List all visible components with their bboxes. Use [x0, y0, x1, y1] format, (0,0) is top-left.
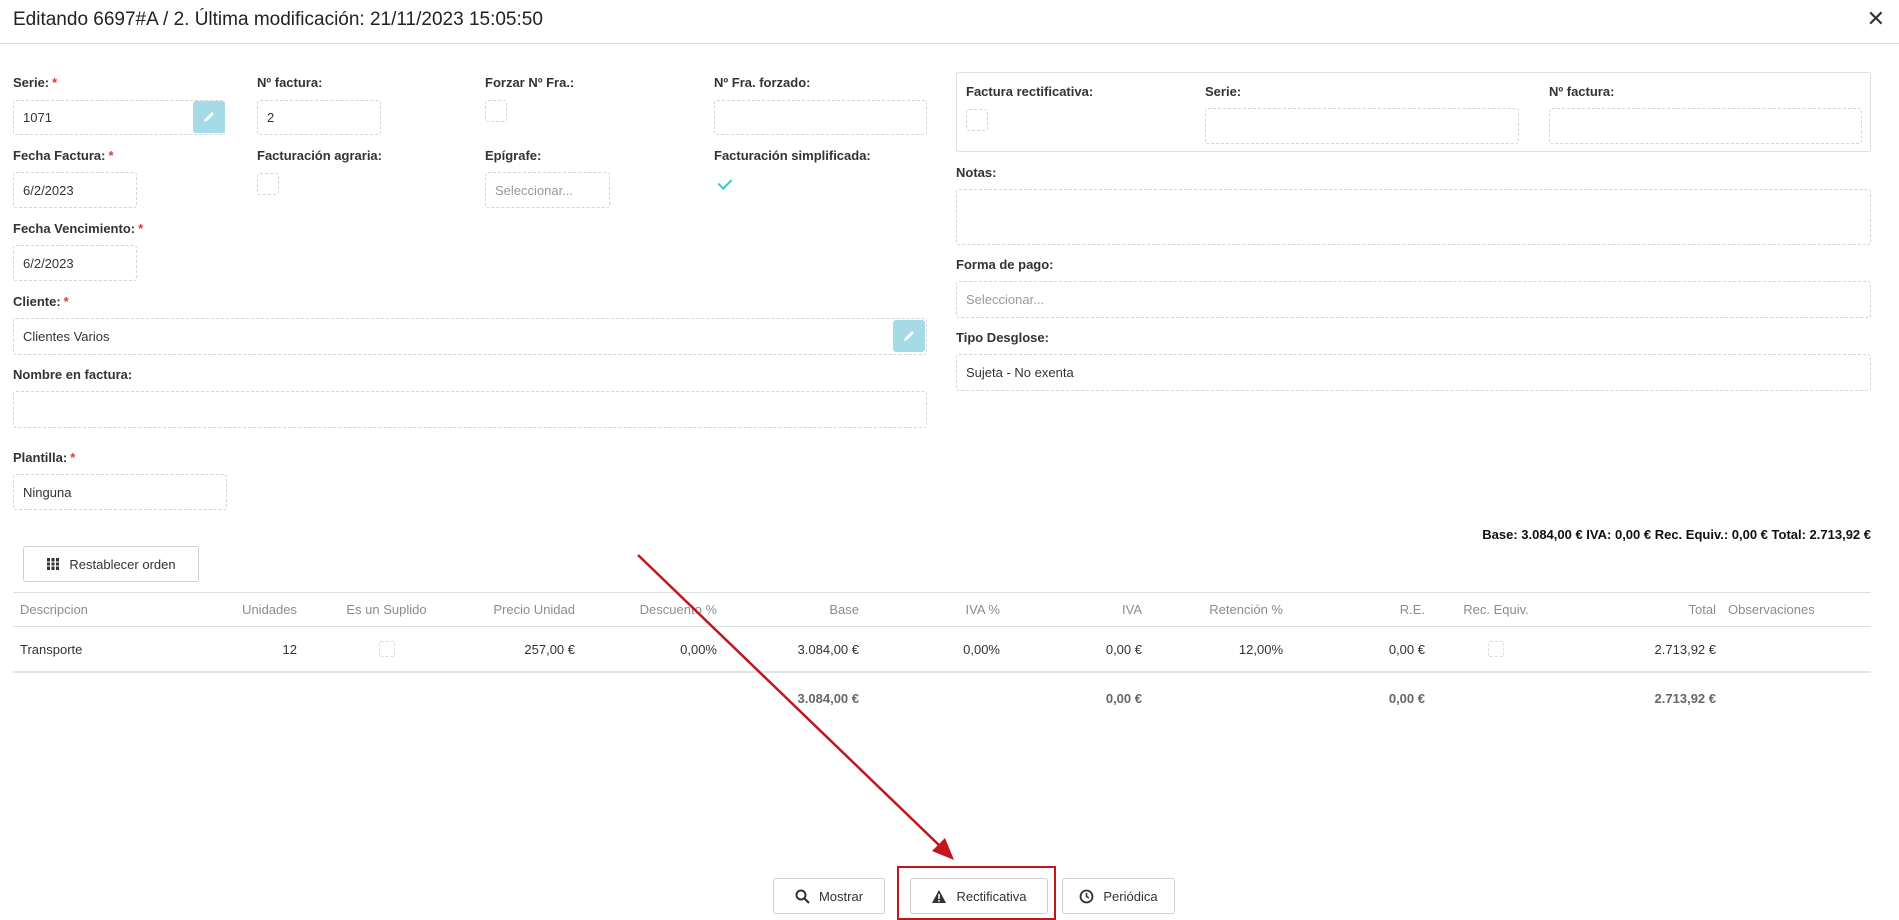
agraria-checkbox[interactable] — [257, 173, 279, 195]
restablecer-orden-button[interactable]: Restablecer orden — [23, 546, 199, 582]
table-row[interactable]: Transporte 12 257,00 € 0,00% 3.084,00 € … — [13, 627, 1871, 673]
footer-base: 3.084,00 € — [797, 690, 859, 706]
rect-numero-label: Nº factura: — [1549, 84, 1615, 99]
fecha-label: Fecha Factura: * — [13, 148, 114, 163]
tipo-desglose-select[interactable]: Sujeta - No exenta — [956, 354, 1871, 391]
nombre-label: Nombre en factura: — [13, 367, 133, 382]
mostrar-label: Mostrar — [818, 888, 864, 904]
rect-numero-input[interactable] — [1549, 108, 1862, 144]
fecha-input[interactable]: 6/2/2023 — [13, 172, 137, 208]
rect-serie-input[interactable] — [1205, 108, 1519, 144]
cliente-input[interactable]: Clientes Varios — [13, 318, 927, 355]
cell-descripcion[interactable]: Transporte — [20, 627, 170, 671]
cell-unidades[interactable]: 12 — [170, 627, 297, 671]
col-descripcion[interactable]: Descripcion — [20, 593, 170, 626]
cell-re[interactable]: 0,00 € — [1283, 627, 1425, 671]
grid-footer-row: 3.084,00 € 0,00 € 0,00 € 2.713,92 € — [13, 675, 1871, 721]
clock-icon — [1079, 889, 1094, 903]
forzado-label: Nº Fra. forzado: — [714, 75, 811, 90]
modal-title: Editando 6697#A / 2. Última modificación… — [13, 9, 543, 30]
footer-re: 0,00 € — [1388, 690, 1425, 706]
footer-iva: 0,00 € — [1105, 690, 1142, 706]
rectificativa-panel: Factura rectificativa: Serie: Nº factura… — [956, 72, 1871, 152]
cell-observaciones[interactable] — [1728, 627, 1868, 671]
col-precio[interactable]: Precio Unidad — [460, 593, 575, 626]
restablecer-orden-label: Restablecer orden — [69, 556, 176, 572]
cell-iva[interactable]: 0,00 € — [1000, 627, 1142, 671]
cell-descuento[interactable]: 0,00% — [575, 627, 717, 671]
cell-rec-equiv[interactable] — [1425, 627, 1567, 671]
col-descuento[interactable]: Descuento % — [575, 593, 717, 626]
plantilla-select[interactable]: Ninguna — [13, 474, 227, 510]
col-unidades[interactable]: Unidades — [170, 593, 297, 626]
col-iva-pct[interactable]: IVA % — [859, 593, 1000, 626]
col-observaciones[interactable]: Observaciones — [1728, 593, 1868, 626]
simplificada-checkbox[interactable] — [714, 173, 736, 195]
grid-header-row: Descripcion Unidades Es un Suplido Preci… — [13, 592, 1871, 627]
periodica-label: Periódica — [1103, 888, 1158, 904]
rectificativa-check-label: Factura rectificativa: — [966, 84, 1094, 99]
tipo-desglose-label: Tipo Desglose: — [956, 330, 1049, 345]
search-icon — [795, 889, 810, 904]
mostrar-button[interactable]: Mostrar — [773, 878, 885, 914]
simplificada-label: Facturación simplificada: — [714, 148, 871, 163]
forma-pago-select[interactable]: Seleccionar... — [956, 281, 1871, 318]
col-base[interactable]: Base — [717, 593, 859, 626]
close-icon[interactable]: ✕ — [1867, 6, 1885, 32]
pencil-icon — [904, 331, 914, 341]
cell-precio[interactable]: 257,00 € — [460, 627, 575, 671]
col-rec-equiv[interactable]: Rec. Equiv. — [1425, 593, 1567, 626]
col-iva[interactable]: IVA — [1000, 593, 1142, 626]
forzado-input[interactable] — [714, 100, 927, 135]
serie-label: Serie: * — [13, 75, 58, 90]
notas-textarea[interactable] — [956, 189, 1871, 245]
pencil-icon — [204, 112, 214, 122]
notas-label: Notas: — [956, 165, 997, 180]
forma-pago-label: Forma de pago: — [956, 257, 1054, 272]
col-re[interactable]: R.E. — [1283, 593, 1425, 626]
cell-retencion[interactable]: 12,00% — [1142, 627, 1283, 671]
modal-header: Editando 6697#A / 2. Última modificación… — [0, 0, 1899, 44]
plantilla-label: Plantilla: * — [13, 450, 76, 465]
serie-edit-button[interactable] — [193, 101, 225, 133]
nombre-input[interactable] — [13, 391, 927, 428]
forzar-label: Forzar Nº Fra.: — [485, 75, 575, 90]
col-suplido[interactable]: Es un Suplido — [313, 593, 460, 626]
vencimiento-label: Fecha Vencimiento: * — [13, 221, 144, 236]
rec-equiv-checkbox[interactable] — [1488, 641, 1504, 657]
cell-base[interactable]: 3.084,00 € — [717, 627, 859, 671]
rectificativa-highlight-box — [897, 866, 1056, 920]
totals-summary: Base: 3.084,00 € IVA: 0,00 € Rec. Equiv.… — [1482, 527, 1871, 542]
cell-suplido[interactable] — [313, 627, 460, 671]
cell-iva-pct[interactable]: 0,00% — [859, 627, 1000, 671]
col-total[interactable]: Total — [1567, 593, 1716, 626]
forzar-checkbox[interactable] — [485, 100, 507, 122]
cliente-edit-button[interactable] — [893, 320, 925, 352]
rect-serie-label: Serie: — [1205, 84, 1242, 99]
periodica-button[interactable]: Periódica — [1062, 878, 1175, 914]
epigrafe-label: Epígrafe: — [485, 148, 542, 163]
footer-total: 2.713,92 € — [1654, 690, 1716, 706]
suplido-checkbox[interactable] — [378, 641, 395, 657]
col-retencion[interactable]: Retención % — [1142, 593, 1283, 626]
cliente-label: Cliente: * — [13, 294, 69, 309]
vencimiento-input[interactable]: 6/2/2023 — [13, 245, 137, 281]
numero-input[interactable]: 2 — [257, 100, 381, 135]
numero-label: Nº factura: — [257, 75, 323, 90]
epigrafe-select[interactable]: Seleccionar... — [485, 172, 610, 208]
agraria-label: Facturación agraria: — [257, 148, 382, 163]
columns-icon — [47, 558, 60, 570]
cell-total[interactable]: 2.713,92 € — [1567, 627, 1716, 671]
rectificativa-checkbox[interactable] — [966, 109, 988, 131]
